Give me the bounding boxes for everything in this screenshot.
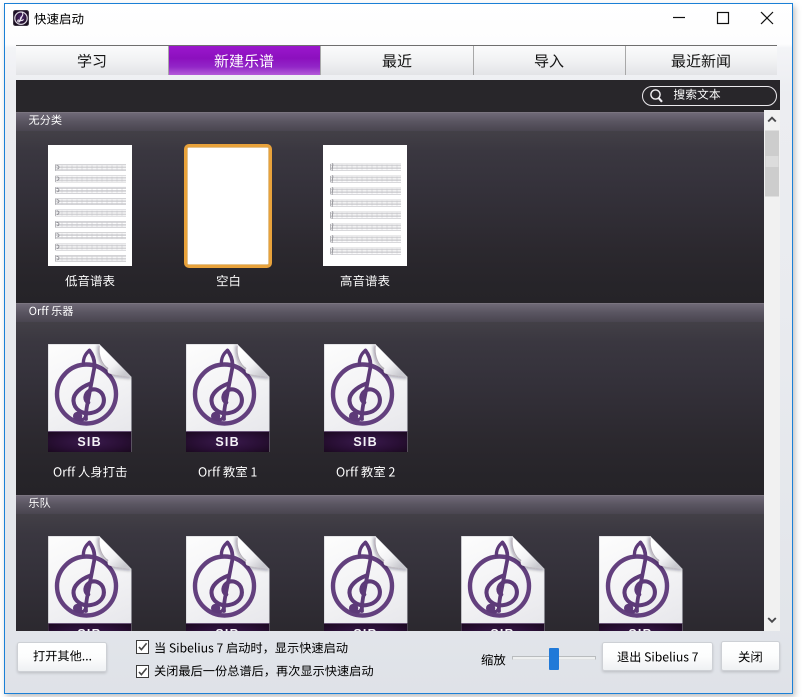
svg-text:SIB: SIB (215, 435, 239, 449)
svg-text:SIB: SIB (353, 435, 377, 449)
svg-text:SIB: SIB (78, 435, 102, 449)
